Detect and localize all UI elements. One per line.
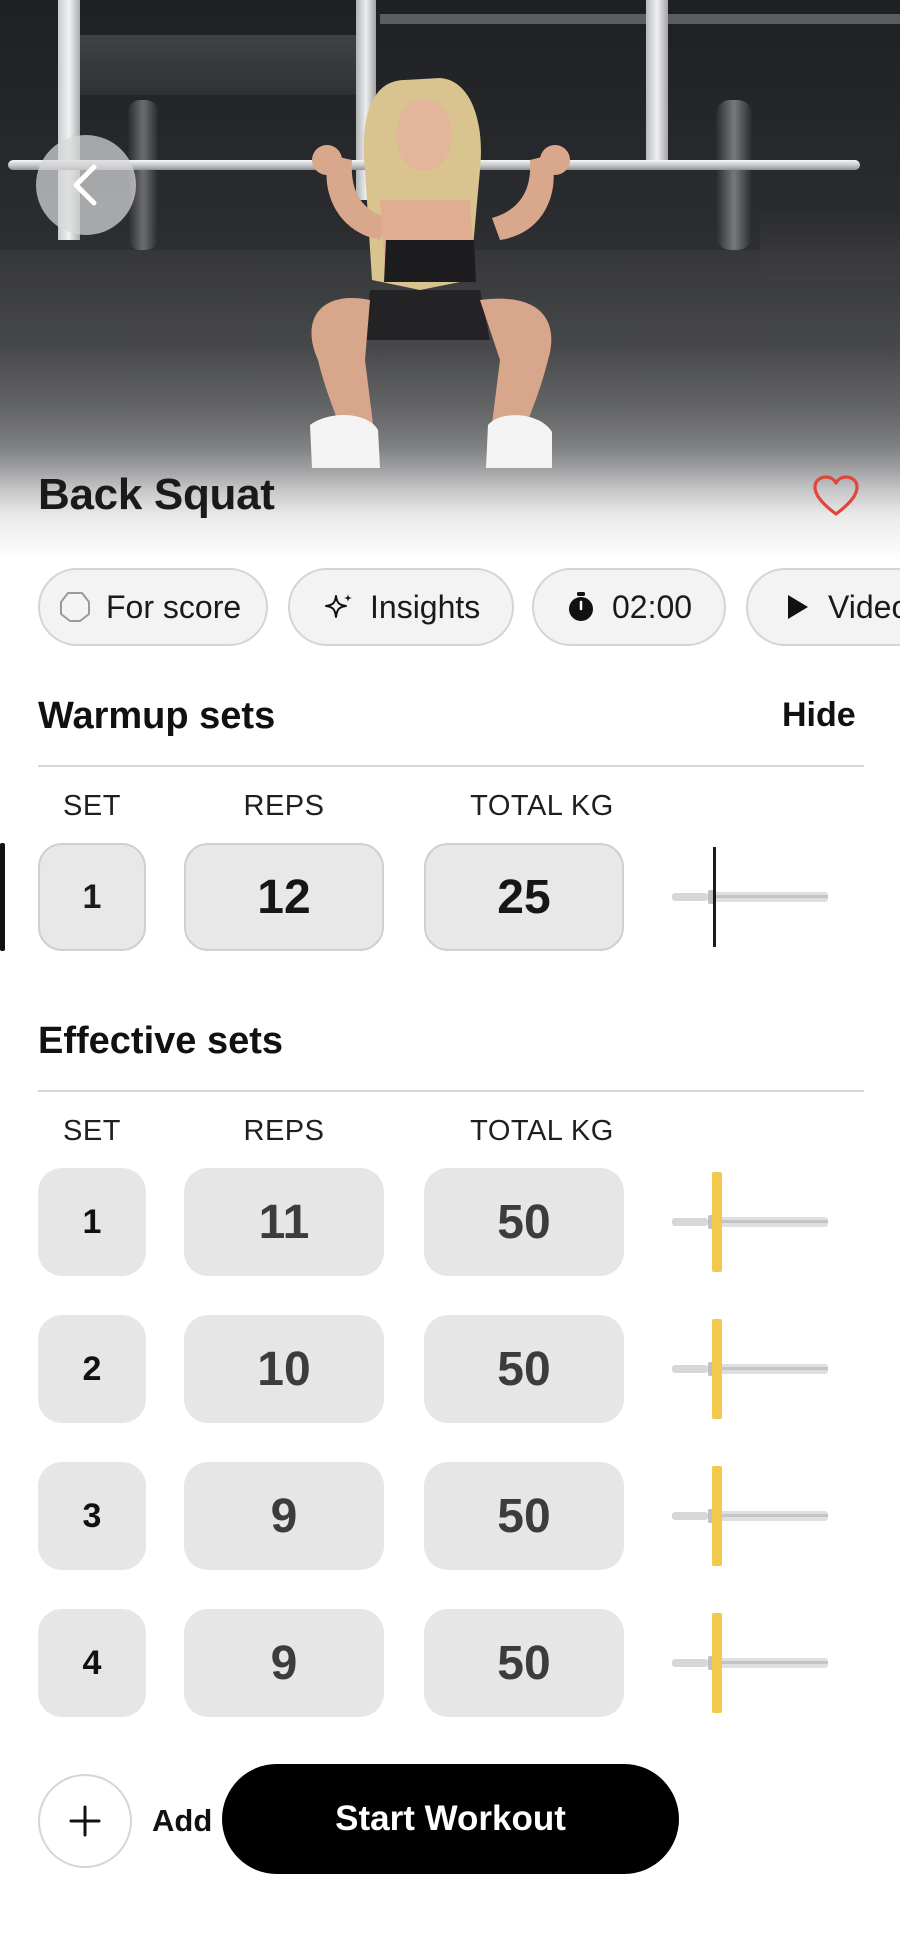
- effective-total-kg-field[interactable]: 50: [424, 1168, 624, 1276]
- start-workout-button[interactable]: Start Workout: [222, 1764, 679, 1874]
- hide-warmup-button[interactable]: Hide: [782, 696, 856, 735]
- effective-set-number[interactable]: 2: [38, 1315, 146, 1423]
- sparkle-icon: [322, 590, 356, 624]
- warmup-total-column-header: TOTAL KG: [470, 790, 614, 822]
- circle-badge-icon: [58, 590, 92, 624]
- effective-total-kg-field[interactable]: 50: [424, 1462, 624, 1570]
- play-icon: [780, 590, 814, 624]
- effective-set-column-header: SET: [63, 1115, 121, 1147]
- effective-sets-heading: Effective sets: [38, 1020, 284, 1062]
- barbell-plate-icon[interactable]: [672, 1611, 832, 1715]
- effective-set-number[interactable]: 4: [38, 1609, 146, 1717]
- favorite-button[interactable]: [812, 474, 860, 518]
- add-set-button[interactable]: [38, 1774, 132, 1868]
- effective-reps-field[interactable]: 11: [184, 1168, 384, 1276]
- plus-icon: [69, 1805, 101, 1837]
- for-score-chip[interactable]: For score: [38, 568, 268, 646]
- warmup-sets-heading: Warmup sets: [38, 695, 276, 737]
- chevron-left-icon: [73, 164, 97, 206]
- effective-set-number[interactable]: 1: [38, 1168, 146, 1276]
- effective-reps-field[interactable]: 9: [184, 1609, 384, 1717]
- effective-total-kg-field[interactable]: 50: [424, 1315, 624, 1423]
- barbell-plate-icon[interactable]: [672, 1464, 832, 1568]
- back-button[interactable]: [36, 135, 136, 235]
- warmup-reps-column-header: REPS: [243, 790, 325, 822]
- effective-reps-column-header: REPS: [243, 1115, 325, 1147]
- insights-chip[interactable]: Insights: [288, 568, 514, 646]
- barbell-plate-icon[interactable]: [672, 1170, 832, 1274]
- exercise-title: Back Squat: [38, 470, 275, 519]
- heart-icon: [813, 475, 859, 516]
- warmup-set-column-header: SET: [63, 790, 121, 822]
- effective-total-column-header: TOTAL KG: [470, 1115, 614, 1147]
- video-chip[interactable]: Video: [746, 568, 900, 646]
- exercise-chip-row: For score Insights 02:00 Video: [38, 568, 900, 648]
- effective-set-number[interactable]: 3: [38, 1462, 146, 1570]
- barbell-plate-icon[interactable]: [672, 1317, 832, 1421]
- warmup-barbell-plate-icon[interactable]: [672, 845, 832, 949]
- effective-divider: [38, 1090, 864, 1092]
- rest-timer-chip[interactable]: 02:00: [532, 568, 726, 646]
- warmup-reps-field[interactable]: 12: [184, 843, 384, 951]
- warmup-set-number[interactable]: 1: [38, 843, 146, 951]
- active-row-indicator: [0, 843, 5, 951]
- effective-reps-field[interactable]: 9: [184, 1462, 384, 1570]
- effective-total-kg-field[interactable]: 50: [424, 1609, 624, 1717]
- effective-reps-field[interactable]: 10: [184, 1315, 384, 1423]
- warmup-total-kg-field[interactable]: 25: [424, 843, 624, 951]
- add-set-label[interactable]: Add: [152, 1803, 212, 1839]
- warmup-divider: [38, 765, 864, 767]
- stopwatch-icon: [564, 590, 598, 624]
